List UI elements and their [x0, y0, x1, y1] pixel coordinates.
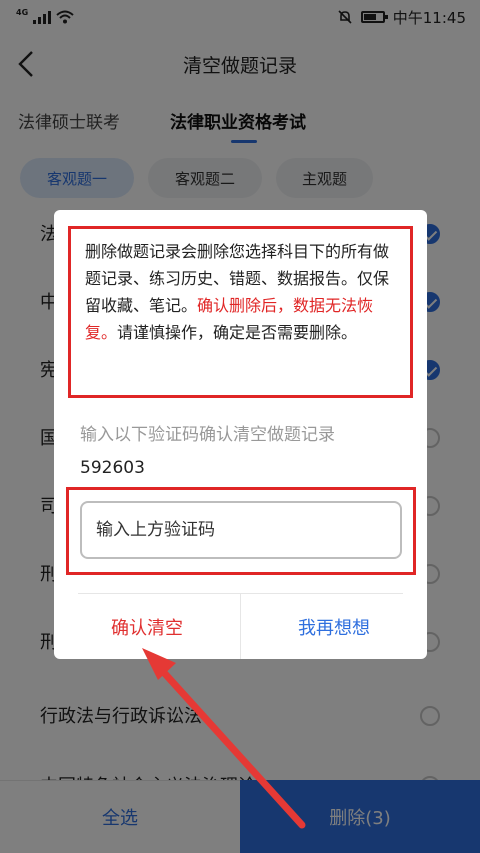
warning-message: 删除做题记录会删除您选择科目下的所有做题记录、练习历史、错题、数据报告。仅保留收…: [68, 226, 413, 398]
confirm-clear-dialog: 删除做题记录会删除您选择科目下的所有做题记录、练习历史、错题、数据报告。仅保留收…: [54, 210, 427, 659]
reconsider-button[interactable]: 我再想想: [241, 594, 427, 659]
confirm-clear-button[interactable]: 确认清空: [54, 594, 240, 659]
verification-code: 592603: [80, 458, 145, 478]
verification-code-input[interactable]: [80, 501, 402, 559]
screen: 4G 中午11:45 清空做题记录 法律硕士联考 法律职业资格考试 客观题一 客…: [0, 0, 480, 853]
input-highlight-box: [66, 487, 416, 575]
warning-text-2: 请谨慎操作，确定是否需要删除。: [117, 323, 358, 342]
verification-prompt: 输入以下验证码确认清空做题记录: [80, 425, 335, 445]
